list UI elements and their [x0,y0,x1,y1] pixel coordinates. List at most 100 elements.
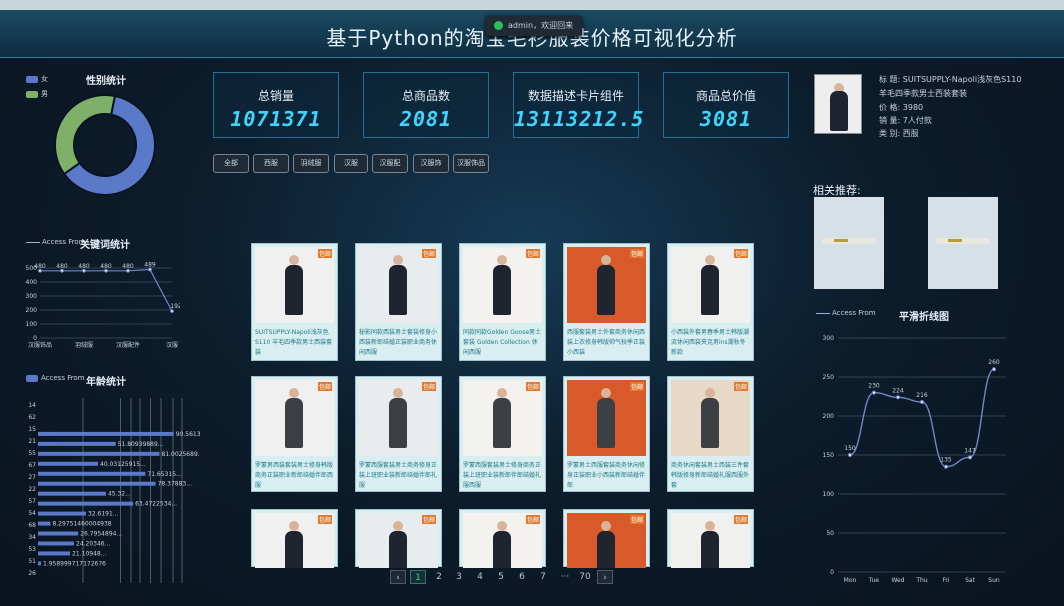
product-title: SUITSUPPLY-Napoli浅灰色S110 羊毛四季款男士西装套装 [255,329,333,356]
page-number[interactable]: 5 [493,570,509,584]
product-card[interactable]: 包邮 西服套装男士外套商务休闲西装上衣修身韩版帅气秋季正装小西装 [563,243,650,361]
data-label: 216 [916,392,928,399]
product-tag: 包邮 [525,515,540,524]
model-suit [701,398,719,448]
page-number[interactable]: 6 [514,570,530,584]
model-head [497,255,507,265]
related-item-1[interactable] [814,197,884,289]
age-bar [38,541,74,546]
product-card[interactable]: 包邮 秘影同款西装男士套装修身小西装新郎结婚正装职业商务休闲西服 [355,243,442,361]
model-head [705,521,715,531]
product-title: 小西装外套男春季男士韩版潮流休闲西装夹克男ins潮秋冬新款 [671,329,750,356]
product-title: 罗蒙男士西服套装商务休闲修身正装职业小西装新郎结婚伴郎 [567,462,646,489]
detail-subtitle: 羊毛四季款男士西装套装 [879,89,967,98]
stat-card-label: 数据描述卡片组件 [527,89,624,103]
data-label: 147 [964,447,976,454]
model-suit [389,531,407,568]
toast-text: admin，欢迎回来 [508,21,574,30]
x-tick-label: Tue [868,577,880,584]
data-label: 224 [892,387,904,394]
product-title: 罗蒙西服套装男士商务修身正装上班职业装新郎结婚伴郎礼服 [359,462,438,489]
model-suit [285,265,303,315]
product-title: 商务休闲套装男士西装三件套韩版修身新郎结婚礼服西服外套 [671,462,750,489]
detail-product-image[interactable] [814,74,862,134]
model-head [705,255,715,265]
page-number[interactable]: ··· [557,570,573,584]
y-tick-label: 50 [826,530,834,537]
product-card[interactable]: 包邮 [563,509,650,568]
filter-button[interactable]: 羽绒服 [293,154,329,173]
model-head [393,255,403,265]
page-number[interactable]: 1 [410,570,426,584]
x-tick-label: Sun [988,577,1000,584]
product-card[interactable]: 包邮 SUITSUPPLY-Napoli浅灰色S110 羊毛四季款男士西装套装 [251,243,338,361]
x-tick-label: 羽绒服 [75,341,93,349]
y-tick-label: 54 [28,510,36,517]
series-line [40,268,173,312]
product-card[interactable]: 包邮 小西装外套男春季男士韩版潮流休闲西装夹克男ins潮秋冬新款 [667,243,754,361]
model-suit [493,265,511,315]
product-title: 罗蒙男西装套装男士修身韩版商务正装职业新郎结婚伴郎西服 [255,462,334,489]
product-card[interactable]: 包邮 [459,509,546,568]
y-tick-label: 250 [823,374,835,381]
filter-button[interactable]: 汉服饰品 [453,154,489,173]
filter-button[interactable]: 西服 [253,154,289,173]
page-number[interactable]: 7 [535,570,551,584]
data-label: 192 [170,303,180,310]
model-head [497,521,507,531]
prev-page-button[interactable]: ‹ [390,570,406,584]
product-card[interactable]: 包邮 罗蒙西服套装男士商务修身正装上班职业装新郎结婚伴郎礼服 [355,376,442,492]
filter-button[interactable]: 全部 [213,154,249,173]
smooth-line-chart: 300 250 200 150 100 50 0 Mon Tue Wed Thu Fri Sat Sun 1… [823,335,1006,584]
keyword-line-chart: 5004003002001000汉服饰品 羽绒服 汉服配件 汉服480 480 480 48… [26,262,180,349]
window-top-edge [0,0,1064,10]
y-tick-label: 100 [823,491,835,498]
filter-button[interactable]: 汉服饰 [413,154,449,173]
page-number[interactable]: 70 [576,570,594,584]
age-bar [38,501,134,506]
product-title: 秘影同款西装男士套装修身小西装新郎结婚正装职业商务休闲西服 [359,329,438,356]
age-bar [38,471,146,476]
product-image: 包邮 [463,380,542,456]
page-number[interactable]: 2 [431,570,447,584]
age-chart-title: 年龄统计 [86,377,126,388]
legend-label: Access From [41,374,85,382]
gender-legend-female[interactable]: 女 [26,74,48,84]
product-card[interactable]: 包邮 罗蒙西服套装男士修身商务正装上班职业装新郎伴郎结婚礼服西服 [459,376,546,492]
smooth-legend[interactable]: Access From [816,309,876,317]
age-legend[interactable]: Access From [26,374,85,382]
page-number[interactable]: 4 [472,570,488,584]
y-tick-label: 51 [28,558,36,565]
product-card[interactable]: 包邮 罗蒙男西装套装男士修身韩版商务正装职业新郎结婚伴郎西服 [251,376,338,492]
gender-donut-chart [54,94,156,196]
data-point [104,268,108,273]
filter-button[interactable]: 汉服配 [372,154,408,173]
product-card[interactable]: 包邮 同款同款Golden Goose男士套装 Golden Collection… [459,243,546,361]
model-suit [389,265,407,315]
keyword-legend[interactable]: Access From [26,238,86,246]
model-suit [389,398,407,448]
next-page-button[interactable]: › [597,570,613,584]
product-tag: 包邮 [421,515,436,524]
product-card[interactable]: 包邮 [251,509,338,568]
data-label: 489 [144,262,156,269]
legend-swatch [26,75,38,83]
page-number[interactable]: 3 [451,570,467,584]
product-card[interactable]: 包邮 [667,509,754,568]
gender-legend-male[interactable]: 男 [26,89,48,99]
legend-label: Access From [832,309,876,317]
product-card[interactable]: 包邮 罗蒙男士西服套装商务休闲修身正装职业小西装新郎结婚伴郎 [563,376,650,492]
filter-button[interactable]: 汉服 [334,154,368,173]
product-tag: 包邮 [733,515,748,524]
product-card[interactable]: 包邮 商务休闲套装男士西装三件套韩版修身新郎结婚礼服西服外套 [667,376,754,492]
check-circle-icon [494,21,503,30]
x-tick-label: Wed [891,577,904,584]
bar-value-label: 1.958999717172676 [43,560,106,567]
y-tick-label: 55 [28,450,36,457]
legend-swatch [26,374,38,382]
stat-card-value: 1071371 [230,107,322,131]
product-tag: 包邮 [629,515,644,524]
product-card[interactable]: 包邮 [355,509,442,568]
data-point [992,367,996,372]
related-item-2[interactable] [928,197,998,289]
